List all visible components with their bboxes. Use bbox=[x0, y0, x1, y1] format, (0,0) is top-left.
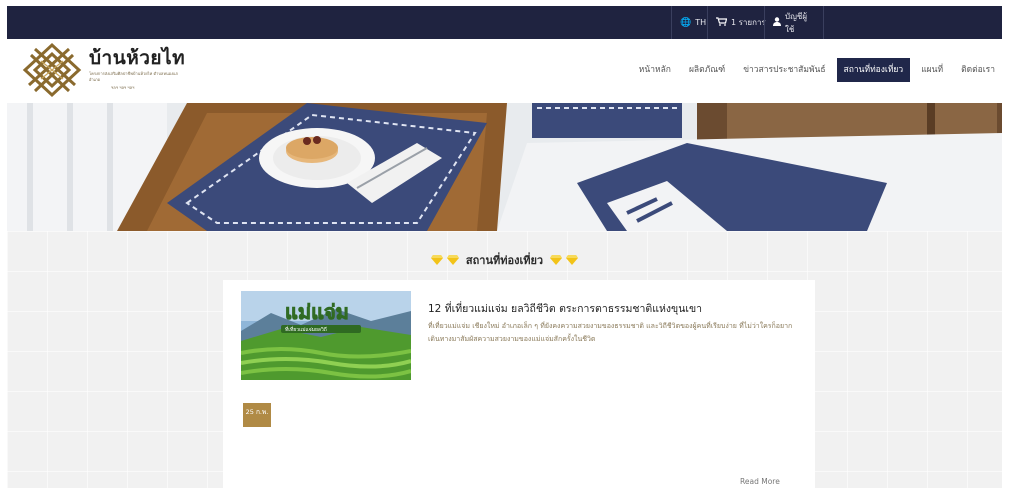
user-icon bbox=[773, 16, 781, 29]
account-link[interactable]: บัญชีผู้ใช้ bbox=[764, 6, 824, 39]
nav-home[interactable]: หน้าหลัก bbox=[632, 58, 678, 82]
post-thumbnail[interactable]: แม่แจ่ม ที่เที่ยวแม่แจ่มยลวิถี bbox=[241, 291, 411, 380]
gem-icon bbox=[446, 255, 459, 265]
thumb-title: แม่แจ่ม bbox=[285, 300, 349, 324]
post-excerpt: ที่เที่ยวแม่แจ่ม เชียงใหม่ อำเภอเล็ก ๆ ท… bbox=[428, 322, 793, 343]
globe-icon: 🌐 bbox=[680, 17, 692, 28]
gem-icon bbox=[566, 255, 579, 265]
post-title[interactable]: 12 ที่เที่ยวแม่แจ่ม ยลวิถีชีวิต ตระการตา… bbox=[428, 300, 702, 317]
site-header: บ้านห้วยไท โครงการส่งเสริมศิลปาชีพบ้านห้… bbox=[7, 39, 1002, 103]
account-label: บัญชีผู้ใช้ bbox=[785, 11, 808, 34]
top-bar: 🌐 TH 1 รายการ บัญชีผู้ใช้ bbox=[7, 6, 1002, 39]
nav-attractions[interactable]: สถานที่ท่องเที่ยว bbox=[836, 58, 911, 82]
brand-name: บ้านห้วยไท bbox=[89, 47, 186, 69]
nav-contact[interactable]: ติดต่อเรา bbox=[954, 58, 1002, 82]
page: 🌐 TH 1 รายการ บัญชีผู้ใช้ บ้านห้วยไท โคร… bbox=[0, 0, 1029, 488]
nav-map[interactable]: แผนที่ bbox=[914, 58, 950, 82]
brand-tagline: โครงการส่งเสริมศิลปาชีพบ้านห้วยไท ตำบลหน… bbox=[89, 71, 179, 82]
thumb-subtitle: ที่เที่ยวแม่แจ่มยลวิถี bbox=[285, 326, 327, 333]
nav-products[interactable]: ผลิตภัณฑ์ bbox=[682, 58, 732, 82]
cart-label: 1 รายการ bbox=[731, 18, 766, 27]
read-more-link[interactable]: Read More bbox=[740, 477, 780, 486]
cart-icon bbox=[716, 16, 728, 29]
section-heading: สถานที่ท่องเที่ยว bbox=[7, 251, 1002, 269]
post-date-badge: 25 ก.พ. bbox=[243, 403, 271, 427]
language-label: TH bbox=[695, 18, 707, 27]
hero-banner bbox=[7, 103, 1002, 231]
nav-news[interactable]: ข่าวสารประชาสัมพันธ์ bbox=[736, 58, 832, 82]
brand-tagline-2: ฯลฯ ฯลฯ ฯลฯ bbox=[111, 85, 135, 90]
gem-icon bbox=[430, 255, 443, 265]
content-area: สถานที่ท่องเที่ยว แม่แจ่ม ที่เที่ยวแม่แจ… bbox=[7, 231, 1002, 488]
main-nav: หน้าหลัก ผลิตภัณฑ์ ข่าวสารประชาสัมพันธ์ … bbox=[628, 58, 1002, 82]
section-title: สถานที่ท่องเที่ยว bbox=[465, 254, 544, 267]
post-card: แม่แจ่ม ที่เที่ยวแม่แจ่มยลวิถี 12 ที่เที… bbox=[223, 280, 815, 488]
gem-icon bbox=[550, 255, 563, 265]
brand-logo[interactable] bbox=[21, 41, 83, 99]
